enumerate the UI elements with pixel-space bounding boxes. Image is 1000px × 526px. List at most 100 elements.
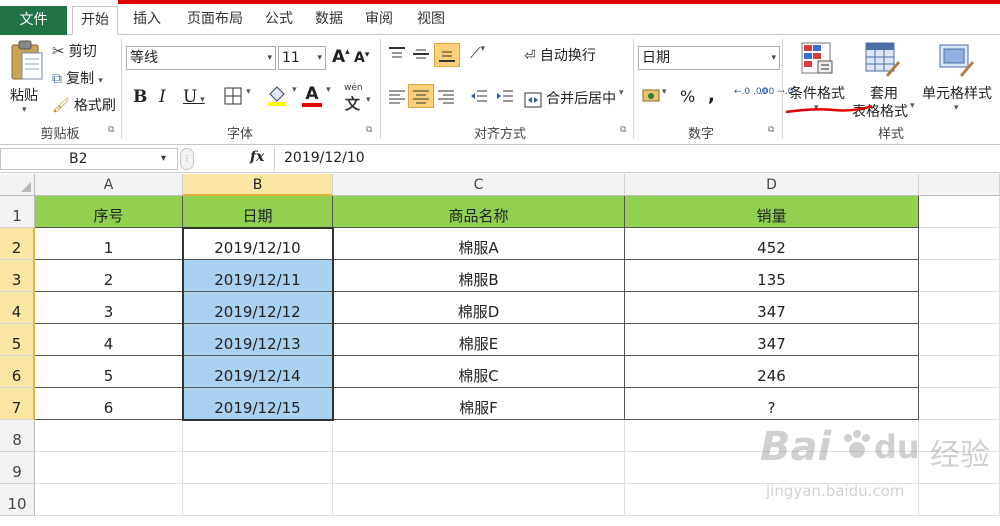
row-header-1[interactable]: 1 (0, 196, 35, 228)
empty-cell[interactable] (35, 420, 183, 452)
insert-function-icon[interactable]: fx (250, 149, 264, 165)
number-format-dropdown[interactable]: 日期 ▾ (638, 46, 780, 70)
fill-color-button[interactable]: ▾ (266, 85, 297, 111)
shrink-font-button[interactable]: A▾ (354, 50, 369, 66)
table-cell[interactable]: 347 (625, 292, 919, 324)
tab-data[interactable]: 数据 (306, 7, 352, 34)
table-cell[interactable]: ? (625, 388, 919, 420)
empty-cell[interactable] (183, 452, 333, 484)
empty-cell[interactable] (919, 228, 1000, 260)
dialog-launcher-icon[interactable]: ⧉ (768, 125, 774, 135)
percent-button[interactable]: % (680, 87, 695, 106)
header-cell[interactable]: 销量 (625, 196, 919, 228)
decrease-indent-button[interactable] (470, 88, 488, 108)
header-cell[interactable]: 日期 (183, 196, 333, 228)
align-bottom-button[interactable] (434, 43, 460, 67)
table-cell[interactable]: 2019/12/12 (183, 292, 333, 324)
row-header-9[interactable]: 9 (0, 452, 35, 484)
select-all-button[interactable] (0, 174, 35, 196)
empty-cell[interactable] (333, 452, 625, 484)
table-cell[interactable]: 棉服C (333, 356, 625, 388)
increase-indent-button[interactable] (496, 88, 514, 108)
align-right-button[interactable] (437, 88, 455, 108)
table-cell[interactable]: 2019/12/10 (183, 228, 333, 260)
table-cell[interactable]: 347 (625, 324, 919, 356)
italic-button[interactable]: I (159, 87, 166, 107)
phonetic-guide-button[interactable]: wén 文 ▾ (340, 83, 374, 113)
column-header-d[interactable]: D (625, 174, 919, 196)
empty-cell[interactable] (183, 420, 333, 452)
table-cell[interactable]: 2019/12/13 (183, 324, 333, 356)
table-cell[interactable]: 1 (35, 228, 183, 260)
table-cell[interactable]: 3 (35, 292, 183, 324)
align-top-button[interactable] (388, 46, 406, 66)
row-header-10[interactable]: 10 (0, 484, 35, 516)
cut-button[interactable]: ✂ 剪切 (52, 41, 97, 61)
formula-bar-splitter[interactable]: ⋮ (180, 148, 194, 170)
header-cell[interactable]: 序号 (35, 196, 183, 228)
cell-styles-button[interactable]: 单元格样式 ▾ (920, 39, 996, 119)
row-header-8[interactable]: 8 (0, 420, 35, 452)
increase-decimal-button[interactable]: ←.0 .00 (734, 87, 767, 97)
empty-cell[interactable] (919, 292, 1000, 324)
font-name-dropdown[interactable]: 等线 ▾ (126, 46, 276, 70)
grow-font-button[interactable]: A▴ (332, 47, 350, 67)
table-cell[interactable]: 4 (35, 324, 183, 356)
borders-button[interactable]: ▾ (224, 87, 251, 109)
empty-cell[interactable] (35, 484, 183, 516)
tab-review[interactable]: 审阅 (358, 7, 400, 34)
empty-cell[interactable] (919, 388, 1000, 420)
table-cell[interactable]: 2019/12/15 (183, 388, 333, 420)
table-cell[interactable]: 棉服A (333, 228, 625, 260)
font-size-dropdown[interactable]: 11 ▾ (278, 46, 326, 70)
row-header-6[interactable]: 6 (0, 356, 35, 388)
table-cell[interactable]: 5 (35, 356, 183, 388)
empty-cell[interactable] (919, 196, 1000, 228)
empty-cell[interactable] (919, 324, 1000, 356)
row-header-3[interactable]: 3 (0, 260, 35, 292)
table-cell[interactable]: 246 (625, 356, 919, 388)
header-cell[interactable]: 商品名称 (333, 196, 625, 228)
column-header-blank[interactable] (919, 174, 1000, 196)
row-header-7[interactable]: 7 (0, 388, 35, 420)
table-cell[interactable]: 452 (625, 228, 919, 260)
bold-button[interactable]: B (133, 87, 147, 107)
table-cell[interactable]: 棉服B (333, 260, 625, 292)
tab-view[interactable]: 视图 (408, 7, 454, 34)
empty-cell[interactable] (919, 356, 1000, 388)
table-cell[interactable]: 棉服D (333, 292, 625, 324)
paste-button[interactable]: 粘贴 ▾ (6, 39, 46, 119)
tab-file[interactable]: 文件 (0, 6, 67, 35)
comma-button[interactable]: , (708, 85, 715, 106)
align-left-button[interactable] (388, 88, 406, 108)
empty-cell[interactable] (333, 420, 625, 452)
empty-cell[interactable] (333, 484, 625, 516)
wrap-text-button[interactable]: ⏎ 自动换行 (524, 45, 596, 65)
table-cell[interactable]: 棉服E (333, 324, 625, 356)
table-cell[interactable]: 135 (625, 260, 919, 292)
font-color-button[interactable]: A ▾ (302, 85, 331, 107)
copy-button[interactable]: ⧉ 复制 ▾ (52, 68, 103, 88)
merge-center-button[interactable]: 合并后居中 ▾ (524, 88, 624, 108)
empty-cell[interactable] (183, 484, 333, 516)
dialog-launcher-icon[interactable]: ⧉ (366, 125, 372, 135)
format-painter-button[interactable]: 🖌 格式刷 (52, 95, 116, 115)
tab-formulas[interactable]: 公式 (258, 7, 300, 34)
dialog-launcher-icon[interactable]: ⧉ (108, 125, 114, 135)
tab-page-layout[interactable]: 页面布局 (176, 7, 254, 34)
column-header-a[interactable]: A (35, 174, 183, 196)
tab-home[interactable]: 开始 (72, 6, 118, 35)
table-cell[interactable]: 6 (35, 388, 183, 420)
column-header-b[interactable]: B (183, 174, 333, 196)
table-cell[interactable]: 棉服F (333, 388, 625, 420)
dialog-launcher-icon[interactable]: ⧉ (620, 125, 626, 135)
tab-insert[interactable]: 插入 (124, 7, 170, 34)
name-box[interactable]: B2 ▾ (0, 148, 178, 170)
underline-button[interactable]: U ▾ (183, 87, 205, 107)
decrease-decimal-button[interactable]: .00 →.0 (760, 87, 793, 97)
orientation-button[interactable]: ⟋▾ (470, 44, 485, 62)
table-cell[interactable]: 2019/12/14 (183, 356, 333, 388)
row-header-5[interactable]: 5 (0, 324, 35, 356)
empty-cell[interactable] (919, 260, 1000, 292)
row-header-2[interactable]: 2 (0, 228, 35, 260)
